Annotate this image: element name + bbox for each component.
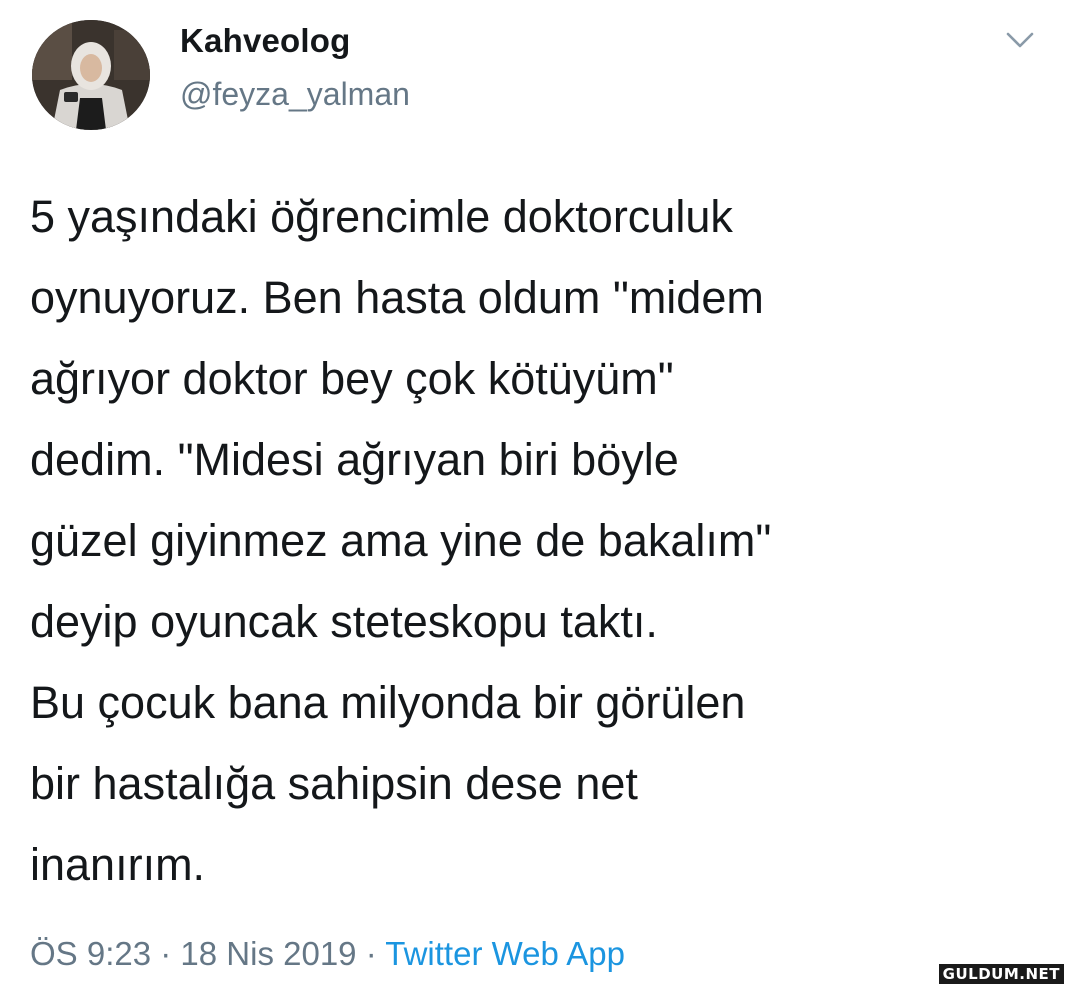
tweet-text: 5 yaşındaki öğrencimle doktorculuk oynuy… — [30, 191, 772, 890]
tweet-card: Kahveolog @feyza_yalman 5 yaşındaki öğre… — [0, 0, 1070, 990]
display-name[interactable]: Kahveolog — [180, 22, 351, 60]
avatar[interactable] — [32, 20, 150, 130]
watermark: GULDUM.NET — [938, 964, 1064, 984]
chevron-down-icon[interactable] — [1000, 26, 1040, 56]
tweet-meta: ÖS 9:23 · 18 Nis 2019 · Twitter Web App — [30, 935, 625, 973]
meta-separator: · — [356, 935, 386, 972]
avatar-image — [32, 20, 150, 130]
tweet-time[interactable]: ÖS 9:23 — [30, 935, 151, 972]
tweet-source-link[interactable]: Twitter Web App — [385, 935, 625, 972]
tweet-date[interactable]: 18 Nis 2019 — [180, 935, 356, 972]
username-handle[interactable]: @feyza_yalman — [180, 76, 410, 113]
meta-separator: · — [151, 935, 181, 972]
